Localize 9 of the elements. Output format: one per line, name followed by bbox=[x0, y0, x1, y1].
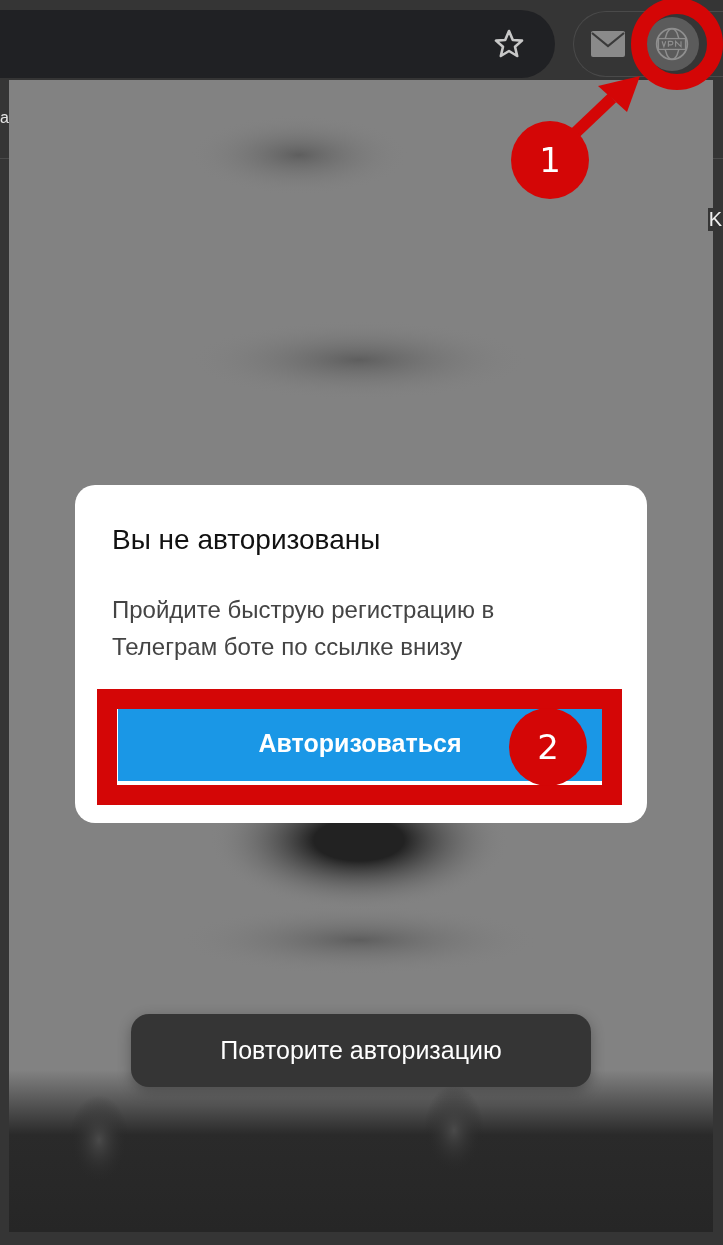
mail-icon[interactable] bbox=[591, 31, 625, 57]
vpn-globe-icon bbox=[654, 26, 690, 62]
tab-label: a bbox=[0, 109, 9, 127]
step-badge: 2 bbox=[509, 708, 587, 786]
bookmark-star-icon[interactable] bbox=[493, 28, 525, 60]
dialog-message: Пройдите быструю регистрацию в Телеграм боте по ссылке внизу bbox=[112, 595, 496, 662]
step-badge: 1 bbox=[511, 121, 589, 199]
toast-message: Повторите авторизацию bbox=[131, 1014, 591, 1087]
dialog-title: Вы не авторизованы bbox=[112, 523, 382, 557]
